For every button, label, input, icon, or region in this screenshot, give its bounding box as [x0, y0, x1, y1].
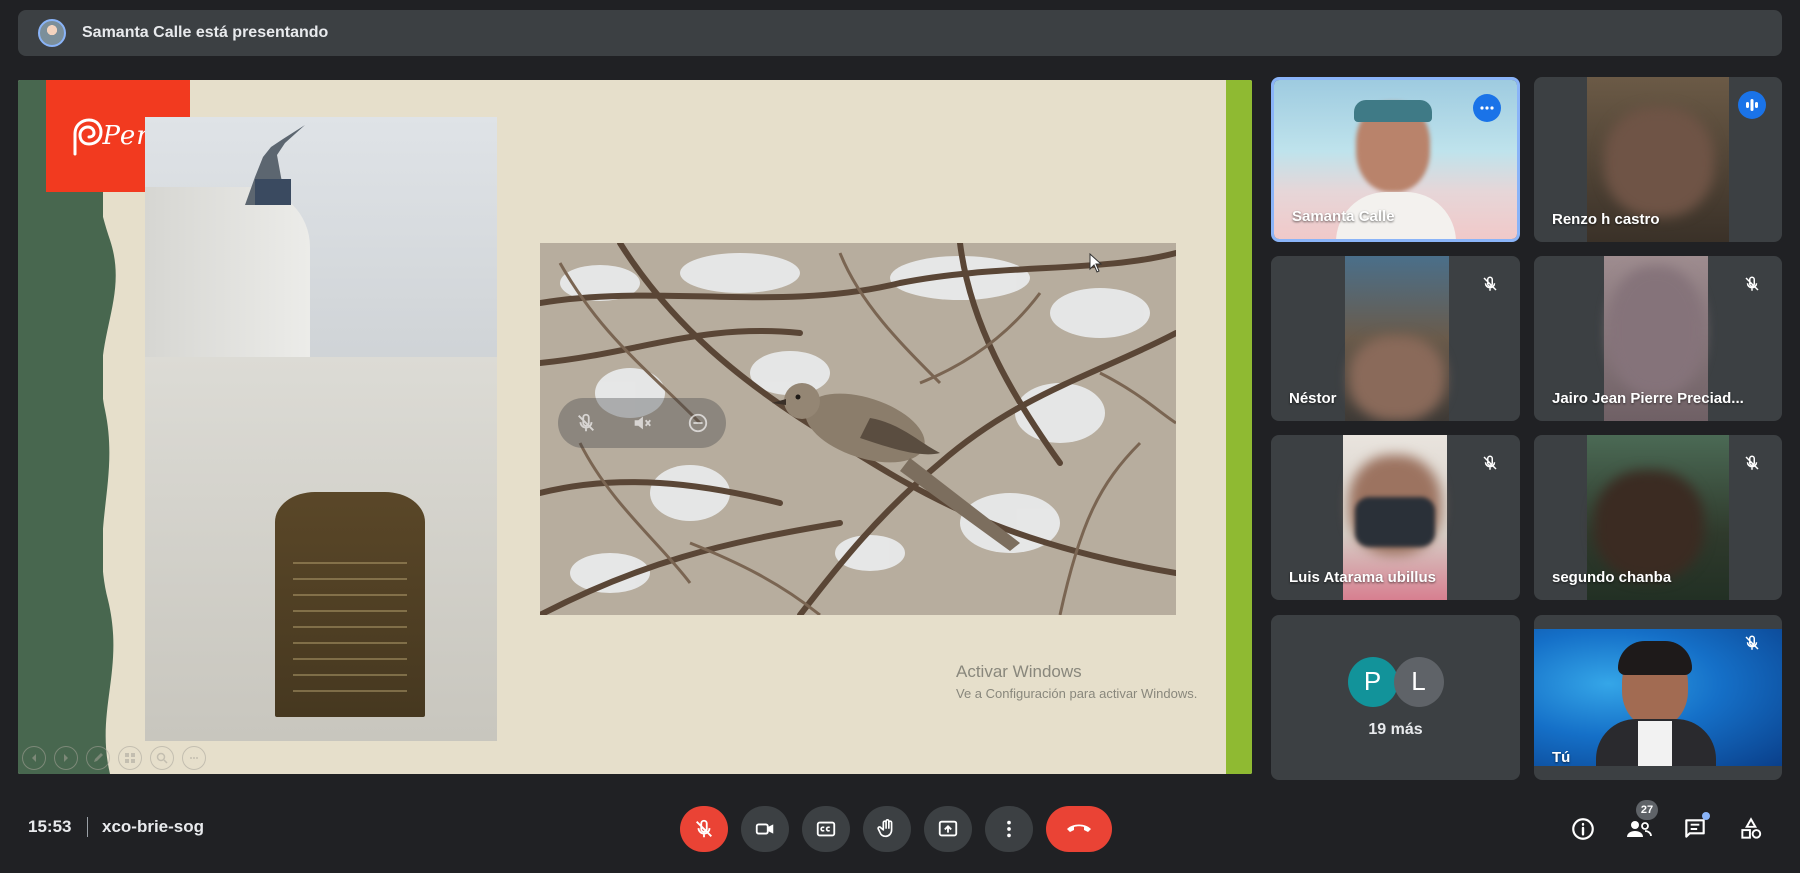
remove-icon[interactable]: [684, 409, 712, 437]
volume-off-icon[interactable]: [628, 409, 656, 437]
more-participants-avatars: P L: [1347, 656, 1444, 707]
participant-tile[interactable]: Néstor: [1271, 256, 1520, 421]
bronze-plaque: [275, 492, 425, 717]
mic-muted-icon: [1738, 270, 1766, 298]
participant-name: Jairo Jean Pierre Preciad...: [1552, 390, 1744, 407]
raise-hand-button[interactable]: [863, 806, 911, 852]
slides-grid-icon[interactable]: [118, 746, 142, 770]
meeting-code: xco-brie-sog: [102, 817, 205, 836]
participant-avatar: L: [1393, 656, 1444, 707]
participant-avatar: P: [1347, 656, 1398, 707]
more-participants-tile[interactable]: P L 19 más: [1271, 615, 1520, 780]
slide-green-edge: [1226, 80, 1252, 774]
statue-figure: [245, 125, 305, 205]
participant-name: Néstor: [1289, 390, 1337, 407]
participant-name: Samanta Calle: [1292, 208, 1395, 225]
call-controls: [680, 806, 1112, 852]
mic-off-icon: [696, 819, 712, 838]
closed-captions-icon: [816, 821, 836, 837]
participant-tile[interactable]: segundo chanba: [1534, 435, 1782, 600]
self-view-tile[interactable]: Tú: [1534, 615, 1782, 780]
clock-separator: [87, 817, 88, 837]
meeting-side-tools: 27: [1564, 800, 1770, 848]
participant-name: Luis Atarama ubillus: [1289, 569, 1436, 586]
participant-tile[interactable]: Jairo Jean Pierre Preciad...: [1534, 256, 1782, 421]
participant-name: Renzo h castro: [1552, 211, 1660, 228]
camera-toggle-button[interactable]: [741, 806, 789, 852]
presenter-banner-text: Samanta Calle está presentando: [82, 24, 329, 41]
captions-button[interactable]: [802, 806, 850, 852]
present-now-button[interactable]: [924, 806, 972, 852]
more-vert-icon: [1007, 820, 1011, 838]
mic-muted-icon: [1738, 629, 1766, 657]
chat-unread-dot: [1702, 812, 1710, 820]
participant-name: Tú: [1552, 749, 1571, 766]
meeting-details-button[interactable]: [1564, 810, 1602, 848]
video-overlay-controls: [558, 398, 726, 448]
next-slide-icon[interactable]: [54, 746, 78, 770]
pen-icon[interactable]: [86, 746, 110, 770]
videocam-icon: [755, 823, 774, 835]
participant-tile[interactable]: Luis Atarama ubillus: [1271, 435, 1520, 600]
presenter-avatar: [38, 19, 66, 47]
info-icon: [1572, 818, 1594, 840]
meeting-clock: 15:53: [28, 817, 72, 836]
shared-screen: Perú Activar Windows Ve a Configuración …: [18, 80, 1252, 774]
call-end-icon: [1067, 824, 1091, 832]
participants-count-badge: 27: [1636, 800, 1658, 820]
mic-muted-icon: [1476, 270, 1504, 298]
chat-button[interactable]: [1676, 810, 1714, 848]
hand-icon: [877, 819, 893, 838]
windows-activation-watermark: Activar Windows Ve a Configuración para …: [956, 662, 1198, 701]
peru-spiral-icon: [73, 118, 103, 156]
participant-name: segundo chanba: [1552, 569, 1672, 586]
mic-muted-icon: [1738, 449, 1766, 477]
participant-tile[interactable]: Renzo h castro: [1534, 77, 1782, 242]
monument-photo: [145, 117, 497, 741]
activities-button[interactable]: [1732, 810, 1770, 848]
presenter-banner: Samanta Calle está presentando: [18, 10, 1782, 56]
slide-navigation: [22, 746, 206, 770]
previous-slide-icon[interactable]: [22, 746, 46, 770]
participant-tile[interactable]: Samanta Calle: [1271, 77, 1520, 242]
more-options-icon[interactable]: [1473, 94, 1501, 122]
microphone-toggle-button[interactable]: [680, 806, 728, 852]
more-participants-label: 19 más: [1368, 720, 1423, 738]
mic-off-icon[interactable]: [572, 409, 600, 437]
leave-call-button[interactable]: [1046, 806, 1112, 852]
mouse-cursor-icon: [1089, 253, 1103, 273]
bottom-toolbar: 15:53 xco-brie-sog 27: [0, 790, 1800, 866]
more-slide-options-icon[interactable]: [182, 746, 206, 770]
activities-icon: [1741, 817, 1762, 839]
more-options-button[interactable]: [985, 806, 1033, 852]
present-screen-icon: [938, 820, 958, 837]
speaking-indicator-icon: [1738, 91, 1766, 119]
participants-button[interactable]: 27: [1620, 800, 1658, 848]
zoom-icon[interactable]: [150, 746, 174, 770]
mic-muted-icon: [1476, 449, 1504, 477]
